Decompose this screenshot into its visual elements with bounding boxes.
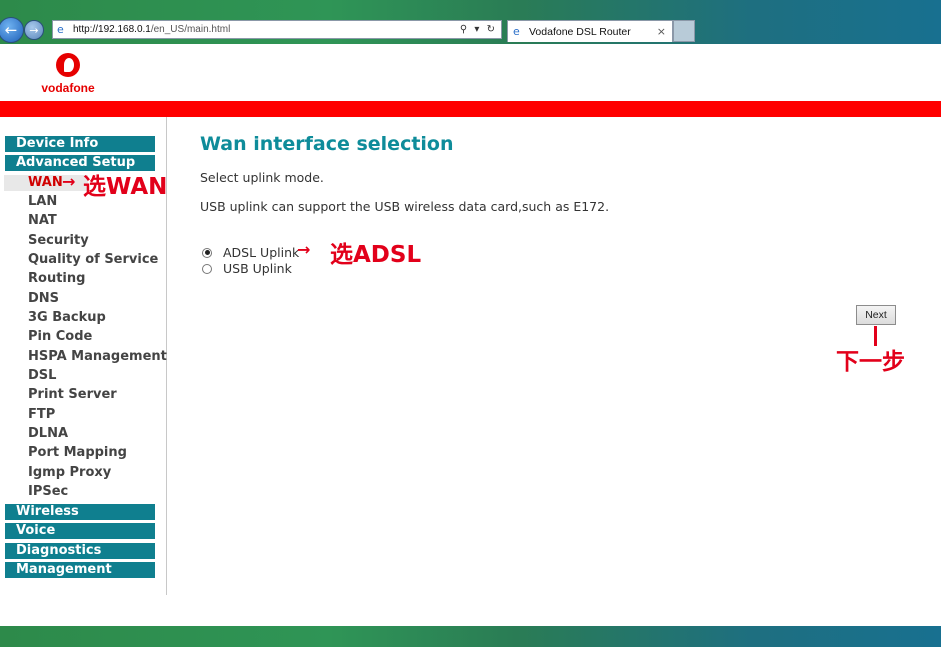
forward-button[interactable]: → (24, 20, 44, 40)
menu-item-print-server[interactable]: Print Server (28, 387, 117, 403)
menu-diagnostics[interactable]: Diagnostics (5, 543, 155, 559)
back-arrow-icon: ← (4, 21, 18, 39)
menu-item-lan[interactable]: LAN (28, 194, 57, 210)
menu-voice[interactable]: Voice (5, 523, 155, 539)
option-usb-label[interactable]: USB Uplink (223, 261, 292, 276)
option-adsl-label[interactable]: ADSL Uplink (223, 245, 299, 260)
menu-item-qos[interactable]: Quality of Service (28, 252, 158, 268)
annotation-select-adsl: 选ADSL (330, 242, 422, 268)
url-host: http://192.168.0.1 (73, 24, 151, 35)
address-tools-icons[interactable]: ⚲ ▾ ↻ (460, 24, 501, 35)
menu-item-ipsec[interactable]: IPSec (28, 484, 68, 500)
ie-tab-icon: e (513, 25, 520, 38)
menu-management[interactable]: Management (5, 562, 155, 578)
menu-item-dlna[interactable]: DLNA (28, 426, 68, 442)
address-url[interactable]: http://192.168.0.1/en_US/main.html (73, 24, 460, 35)
logo-text: vodafone (41, 81, 95, 95)
menu-item-pin-code[interactable]: Pin Code (28, 329, 92, 345)
option-usb-uplink[interactable]: USB Uplink (202, 261, 292, 276)
menu-item-security[interactable]: Security (28, 233, 89, 249)
menu-item-igmp-proxy[interactable]: Igmp Proxy (28, 465, 111, 481)
intro-text: Select uplink mode. (200, 170, 324, 185)
ie-page-icon: e (57, 22, 64, 36)
menu-item-port-mapping[interactable]: Port Mapping (28, 445, 127, 461)
menu-item-hspa[interactable]: HSPA Management (28, 349, 167, 365)
forward-arrow-icon: → (29, 23, 39, 37)
annotation-next-step: 下一步 (836, 349, 905, 375)
annotation-select-wan: 选WAN (83, 174, 168, 200)
menu-device-info[interactable]: Device Info (5, 136, 155, 152)
adsl-arrow-icon: → (297, 240, 311, 259)
taskbar (0, 626, 941, 647)
usb-note-text: USB uplink can support the USB wireless … (200, 199, 610, 214)
menu-wireless[interactable]: Wireless (5, 504, 155, 520)
page-title: Wan interface selection (200, 133, 454, 155)
radio-selected-dot (204, 250, 210, 255)
tab-title: Vodafone DSL Router (529, 25, 631, 38)
radio-usb[interactable] (202, 263, 212, 274)
next-button[interactable]: Next (856, 305, 896, 325)
vodafone-logo: vodafone (38, 53, 98, 97)
option-adsl-uplink[interactable]: ADSL Uplink (202, 245, 299, 260)
address-bar[interactable]: e http://192.168.0.1/en_US/main.html ⚲ ▾… (52, 20, 502, 39)
browser-tab[interactable]: e Vodafone DSL Router × (507, 20, 673, 42)
menu-item-ftp[interactable]: FTP (28, 407, 55, 423)
back-button[interactable]: ← (0, 17, 24, 43)
radio-adsl[interactable] (202, 247, 212, 258)
menu-item-nat[interactable]: NAT (28, 213, 57, 229)
menu-item-dsl[interactable]: DSL (28, 368, 56, 384)
header-red-bar (0, 101, 941, 117)
menu-item-dns[interactable]: DNS (28, 291, 59, 307)
new-tab-button[interactable] (673, 20, 695, 42)
menu-item-routing[interactable]: Routing (28, 271, 85, 287)
url-path: /en_US/main.html (150, 24, 231, 35)
close-tab-icon[interactable]: × (657, 25, 672, 38)
menu-item-3g-backup[interactable]: 3G Backup (28, 310, 106, 326)
wan-arrow-icon: → (62, 172, 76, 191)
browser-toolbar: ← → e http://192.168.0.1/en_US/main.html… (0, 0, 941, 44)
